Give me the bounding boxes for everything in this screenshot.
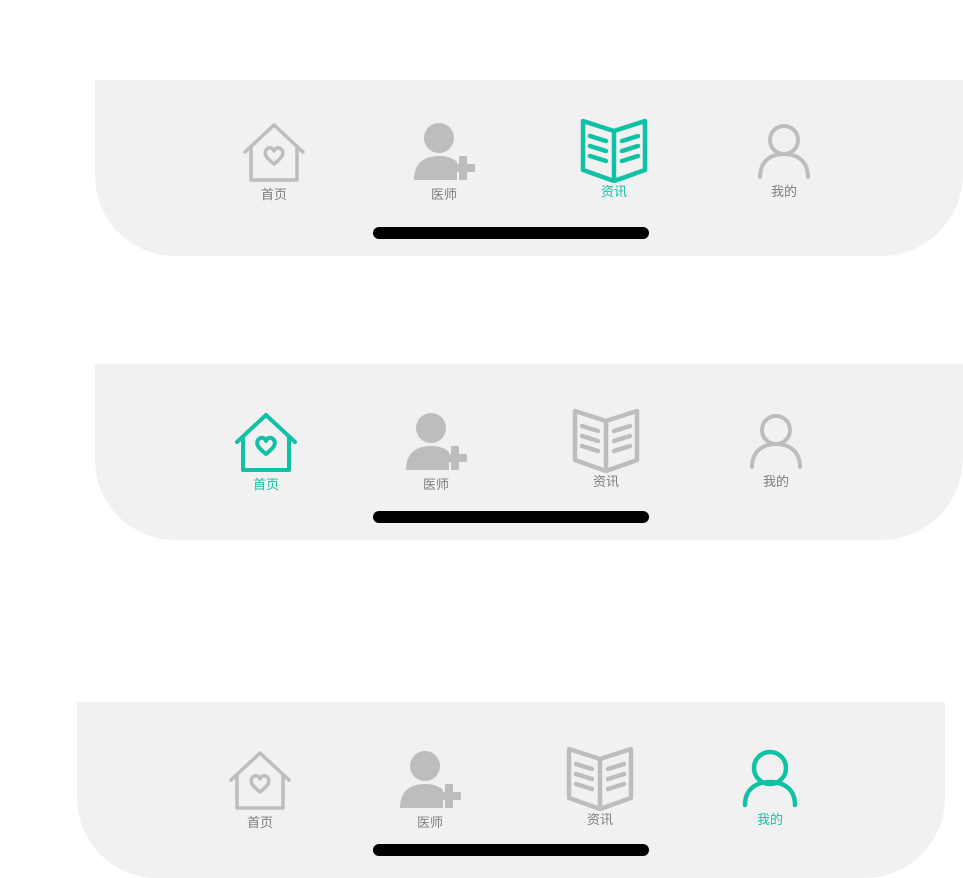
open-book-icon	[579, 117, 649, 183]
tab-news[interactable]: 资讯	[550, 745, 650, 835]
tab-news[interactable]: 资讯	[556, 407, 656, 497]
tab-me[interactable]: 我的	[734, 117, 834, 207]
tab-doctor[interactable]: 医师	[394, 120, 494, 210]
tab-label-doctor: 医师	[416, 816, 443, 831]
tab-label-news: 资讯	[592, 475, 619, 490]
tab-bar-me-active: 首页 医师 资讯 我的	[77, 702, 945, 878]
tab-doctor[interactable]: 医师	[380, 748, 480, 838]
tab-bar-news-active: 首页 医师 资讯 我的	[95, 80, 963, 256]
user-icon	[741, 407, 811, 473]
tab-bar-home-active: 首页 医师 资讯 我的	[95, 364, 963, 540]
doctor-add-icon	[409, 120, 479, 186]
tab-me[interactable]: 我的	[720, 745, 820, 835]
tab-label-home: 首页	[252, 478, 279, 493]
home-indicator	[373, 227, 649, 239]
tab-home[interactable]: 首页	[224, 120, 324, 210]
tab-me[interactable]: 我的	[726, 407, 826, 497]
tab-home[interactable]: 首页	[210, 748, 310, 838]
user-icon	[735, 745, 805, 811]
tab-label-doctor: 医师	[422, 478, 449, 493]
tab-label-news: 资讯	[586, 813, 613, 828]
house-heart-icon	[225, 748, 295, 814]
tab-label-news: 资讯	[600, 185, 627, 200]
doctor-add-icon	[401, 410, 471, 476]
open-book-icon	[571, 407, 641, 473]
tab-label-me: 我的	[770, 185, 797, 200]
home-indicator	[373, 511, 649, 523]
user-icon	[749, 117, 819, 183]
tab-label-doctor: 医师	[430, 188, 457, 203]
open-book-icon	[565, 745, 635, 811]
house-heart-icon	[239, 120, 309, 186]
tab-label-home: 首页	[246, 816, 273, 831]
house-heart-icon	[231, 410, 301, 476]
home-indicator	[373, 844, 649, 856]
tab-label-me: 我的	[756, 813, 783, 828]
tab-doctor[interactable]: 医师	[386, 410, 486, 500]
tab-label-me: 我的	[762, 475, 789, 490]
tab-label-home: 首页	[260, 188, 287, 203]
doctor-add-icon	[395, 748, 465, 814]
tab-home[interactable]: 首页	[216, 410, 316, 500]
tab-news[interactable]: 资讯	[564, 117, 664, 207]
